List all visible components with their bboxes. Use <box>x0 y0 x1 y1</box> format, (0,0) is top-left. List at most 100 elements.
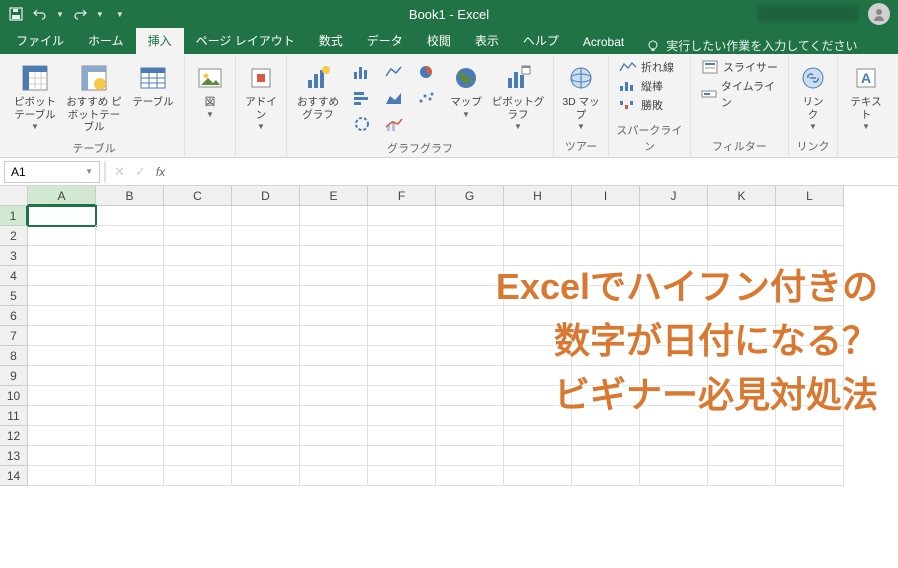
undo-dropdown-icon[interactable]: ▼ <box>56 10 64 19</box>
cell[interactable] <box>164 266 232 286</box>
cell[interactable] <box>300 406 368 426</box>
cell[interactable] <box>300 366 368 386</box>
cell[interactable] <box>96 266 164 286</box>
cell[interactable] <box>28 426 96 446</box>
cell[interactable] <box>300 466 368 486</box>
chart-scatter-icon[interactable] <box>411 86 441 110</box>
cell[interactable] <box>28 246 96 266</box>
pivot-table-button[interactable]: ピボット テーブル ▼ <box>10 58 60 135</box>
cell[interactable] <box>708 346 776 366</box>
spreadsheet-grid[interactable]: ABCDEFGHIJKL 1234567891011121314 <box>0 186 898 486</box>
cell[interactable] <box>504 466 572 486</box>
cell[interactable] <box>300 386 368 406</box>
column-header[interactable]: F <box>368 186 436 206</box>
cell[interactable] <box>708 406 776 426</box>
cell[interactable] <box>96 226 164 246</box>
cell[interactable] <box>640 446 708 466</box>
cell[interactable] <box>96 446 164 466</box>
row-header[interactable]: 4 <box>0 266 28 286</box>
sparkline-line-button[interactable]: 折れ線 <box>615 58 678 76</box>
cell[interactable] <box>300 226 368 246</box>
cell[interactable] <box>640 466 708 486</box>
cell[interactable] <box>708 466 776 486</box>
cell[interactable] <box>300 206 368 226</box>
cell[interactable] <box>504 366 572 386</box>
tab-review[interactable]: 校閲 <box>415 27 463 54</box>
cell[interactable] <box>232 446 300 466</box>
cell[interactable] <box>572 286 640 306</box>
cell[interactable] <box>232 246 300 266</box>
tab-formulas[interactable]: 数式 <box>307 27 355 54</box>
cell[interactable] <box>640 426 708 446</box>
cell[interactable] <box>28 226 96 246</box>
cell[interactable] <box>776 446 844 466</box>
cell[interactable] <box>164 206 232 226</box>
tab-data[interactable]: データ <box>355 27 415 54</box>
fx-icon[interactable]: fx <box>156 165 165 179</box>
cancel-icon[interactable]: ✕ <box>114 164 125 180</box>
tab-file[interactable]: ファイル <box>4 27 76 54</box>
cell[interactable] <box>300 446 368 466</box>
cell[interactable] <box>368 466 436 486</box>
cell[interactable] <box>232 406 300 426</box>
select-all-corner[interactable] <box>0 186 28 206</box>
cell[interactable] <box>368 266 436 286</box>
cell[interactable] <box>232 226 300 246</box>
column-header[interactable]: E <box>300 186 368 206</box>
cell[interactable] <box>436 246 504 266</box>
cell[interactable] <box>96 346 164 366</box>
cell[interactable] <box>504 346 572 366</box>
cell[interactable] <box>640 406 708 426</box>
column-header[interactable]: B <box>96 186 164 206</box>
cell[interactable] <box>368 406 436 426</box>
cell[interactable] <box>96 306 164 326</box>
cell[interactable] <box>232 366 300 386</box>
cell[interactable] <box>28 366 96 386</box>
cell[interactable] <box>436 346 504 366</box>
cell[interactable] <box>572 246 640 266</box>
cell[interactable] <box>572 406 640 426</box>
cell[interactable] <box>640 366 708 386</box>
cell[interactable] <box>436 386 504 406</box>
cell[interactable] <box>368 306 436 326</box>
cell[interactable] <box>776 366 844 386</box>
text-button[interactable]: A テキスト ▼ <box>844 58 888 135</box>
column-header[interactable]: A <box>28 186 96 206</box>
cell[interactable] <box>300 286 368 306</box>
timeline-button[interactable]: タイムライン <box>697 77 782 111</box>
tell-me[interactable]: 実行したい作業を入力してください <box>636 37 867 54</box>
cell[interactable] <box>708 306 776 326</box>
cell[interactable] <box>776 386 844 406</box>
cell[interactable] <box>28 386 96 406</box>
cell[interactable] <box>776 246 844 266</box>
cell[interactable] <box>164 226 232 246</box>
qat-customize-icon[interactable]: ▼ <box>116 10 124 19</box>
cell[interactable] <box>28 266 96 286</box>
tab-home[interactable]: ホーム <box>76 27 136 54</box>
cell[interactable] <box>368 326 436 346</box>
cell[interactable] <box>300 266 368 286</box>
cell[interactable] <box>640 326 708 346</box>
cell[interactable] <box>164 446 232 466</box>
cell[interactable] <box>436 426 504 446</box>
cell[interactable] <box>776 466 844 486</box>
cell[interactable] <box>300 346 368 366</box>
row-header[interactable]: 8 <box>0 346 28 366</box>
cell[interactable] <box>436 266 504 286</box>
cell[interactable] <box>776 266 844 286</box>
cell[interactable] <box>504 326 572 346</box>
row-header[interactable]: 5 <box>0 286 28 306</box>
cell[interactable] <box>572 226 640 246</box>
cell[interactable] <box>708 326 776 346</box>
cell[interactable] <box>368 346 436 366</box>
cell[interactable] <box>640 286 708 306</box>
cell[interactable] <box>164 346 232 366</box>
cell[interactable] <box>436 446 504 466</box>
addins-button[interactable]: アドイ ン ▼ <box>242 58 280 135</box>
cell[interactable] <box>640 266 708 286</box>
cell[interactable] <box>96 466 164 486</box>
cell[interactable] <box>640 226 708 246</box>
cell[interactable] <box>776 346 844 366</box>
cell[interactable] <box>232 386 300 406</box>
cell[interactable] <box>572 326 640 346</box>
